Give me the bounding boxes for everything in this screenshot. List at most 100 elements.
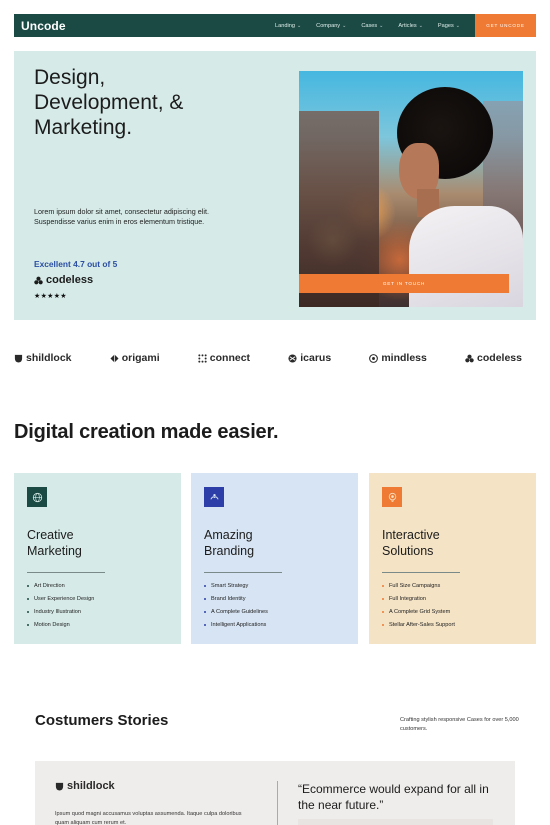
- hero-title: Design, Development, & Marketing.: [34, 65, 264, 140]
- hero-description: Lorem ipsum dolor sit amet, consectetur …: [34, 207, 209, 226]
- shield-icon: [55, 782, 64, 791]
- menu-item-pages[interactable]: Pages ⌄: [438, 23, 460, 29]
- bullet-icon: [204, 623, 206, 626]
- globe-icon: [27, 487, 47, 507]
- testimonial-text: Ipsum quod magni accusamus voluptas assu…: [55, 811, 242, 825]
- list-item: Industry Illustration: [27, 605, 94, 618]
- card-divider: [204, 572, 282, 573]
- get-uncode-button[interactable]: GET UNCODE: [475, 14, 536, 37]
- partner-name: icarus: [300, 352, 332, 364]
- hero-rating: Excellent 4.7 out of 5: [34, 259, 118, 269]
- menu-item-label: Cases: [361, 22, 378, 29]
- partner-name: mindless: [381, 352, 427, 364]
- service-card-amazing-branding: Amazing Branding Smart Strategy Brand Id…: [191, 473, 358, 644]
- list-item: User Experience Design: [27, 592, 94, 605]
- list-item: Brand Identity: [204, 592, 268, 605]
- card-title-line: Amazing: [204, 528, 253, 542]
- triple-circle-icon: [465, 354, 474, 362]
- menu-item-company[interactable]: Company ⌄: [316, 23, 346, 29]
- testimonial-brand-name: shildlock: [67, 780, 115, 792]
- card-title-line: Creative: [27, 528, 74, 542]
- hands-icon: [204, 487, 224, 507]
- hero-title-line: Design,: [34, 66, 106, 89]
- hero-title-line: Marketing.: [34, 116, 133, 139]
- card-title: Creative Marketing: [27, 527, 147, 559]
- card-divider: [382, 572, 460, 573]
- shield-icon: [14, 354, 23, 363]
- list-item-label: A Complete Grid System: [389, 608, 451, 615]
- chevron-down-icon: ⌄: [296, 22, 302, 29]
- partner-logo-mindless: mindless: [369, 352, 427, 364]
- stories-description: Crafting stylish responsive Cases for ov…: [400, 717, 519, 732]
- partner-name: connect: [209, 352, 251, 364]
- testimonial-footer-bar: [298, 819, 493, 825]
- menu-item-cases[interactable]: Cases ⌄: [361, 23, 383, 29]
- get-in-touch-button[interactable]: GET IN TOUCH: [299, 274, 509, 293]
- stories-title: Costumers Stories: [35, 712, 169, 729]
- star-rating: ★★★★★: [34, 293, 67, 300]
- bullet-icon: [27, 584, 29, 587]
- hero-title-line: Development, &: [34, 91, 184, 114]
- card-feature-list: Art Direction User Experience Design Ind…: [27, 579, 94, 631]
- section-title: Digital creation made easier.: [14, 421, 279, 443]
- card-title-line: Interactive: [382, 528, 440, 542]
- list-item-label: Full Size Campaigns: [389, 582, 441, 589]
- hero-brand-name: codeless: [46, 274, 94, 286]
- partner-logos: shildlock origami connect icarus mindles…: [14, 352, 522, 364]
- card-title: Amazing Branding: [204, 527, 324, 559]
- card-feature-list: Smart Strategy Brand Identity A Complete…: [204, 579, 268, 631]
- card-feature-list: Full Size Campaigns Full Integration A C…: [382, 579, 455, 631]
- triple-circle-icon: [34, 276, 43, 284]
- menu-item-label: Articles: [398, 22, 417, 29]
- menu-item-label: Pages: [437, 22, 454, 29]
- list-item: Intelligent Applications: [204, 618, 268, 631]
- partner-logo-icarus: icarus: [288, 352, 331, 364]
- list-item-label: Industry Illustration: [34, 608, 81, 615]
- bullet-icon: [204, 584, 206, 587]
- chevron-down-icon: ⌄: [342, 22, 347, 29]
- site-logo[interactable]: Uncode: [21, 19, 66, 33]
- testimonial-card: shildlock Ipsum quod magni accusamus vol…: [35, 761, 515, 825]
- chevron-down-icon: ⌄: [418, 22, 423, 29]
- brain-icon: [369, 353, 379, 363]
- list-item: Full Size Campaigns: [382, 579, 455, 592]
- testimonial-quote: “Ecommerce would expand for all in the n…: [298, 782, 489, 812]
- list-item-label: Smart Strategy: [211, 582, 249, 589]
- top-navbar: Uncode Landing ⌄ Company ⌄ Cases ⌄ Articles…: [14, 14, 536, 37]
- menu-item-label: Landing: [275, 22, 295, 29]
- list-item-label: Art Direction: [34, 582, 65, 589]
- card-title: Interactive Solutions: [382, 527, 502, 559]
- service-card-interactive-solutions: Interactive Solutions Full Size Campaign…: [369, 473, 536, 644]
- list-item: Smart Strategy: [204, 579, 268, 592]
- card-divider: [27, 572, 105, 573]
- main-menu: Landing ⌄ Company ⌄ Cases ⌄ Articles ⌄ Pages…: [275, 14, 536, 37]
- list-item-label: Full Integration: [389, 595, 427, 602]
- bullet-icon: [204, 610, 206, 613]
- list-item: Motion Design: [27, 618, 94, 631]
- card-title-line: Solutions: [382, 544, 434, 558]
- hero-section: Design, Development, & Marketing. Lorem …: [14, 51, 536, 320]
- testimonial-brand-logo: shildlock: [55, 780, 115, 792]
- list-item: Stellar After-Sales Support: [382, 618, 455, 631]
- menu-item-label: Company: [316, 22, 341, 29]
- card-title-line: Branding: [204, 544, 255, 558]
- menu-item-articles[interactable]: Articles ⌄: [398, 23, 423, 29]
- hero-photo: GET IN TOUCH: [299, 71, 523, 307]
- list-item-label: Intelligent Applications: [211, 621, 267, 628]
- menu-item-landing[interactable]: Landing ⌄: [275, 23, 301, 29]
- bullet-icon: [204, 597, 206, 600]
- bullet-icon: [382, 623, 384, 626]
- chevron-down-icon: ⌄: [455, 22, 460, 29]
- testimonial-divider: [277, 781, 278, 825]
- partner-name: codeless: [477, 352, 522, 364]
- service-card-creative-marketing: Creative Marketing Art Direction User Ex…: [14, 473, 181, 644]
- list-item-label: Motion Design: [34, 621, 70, 628]
- partner-logo-origami: origami: [110, 352, 160, 364]
- target-icon: [382, 487, 402, 507]
- partner-logo-codeless: codeless: [465, 352, 522, 364]
- list-item-label: Stellar After-Sales Support: [389, 621, 455, 628]
- partner-logo-connect: connect: [198, 352, 250, 364]
- list-item-label: Brand Identity: [211, 595, 246, 602]
- list-item: A Complete Guidelines: [204, 605, 268, 618]
- list-item-label: A Complete Guidelines: [211, 608, 268, 615]
